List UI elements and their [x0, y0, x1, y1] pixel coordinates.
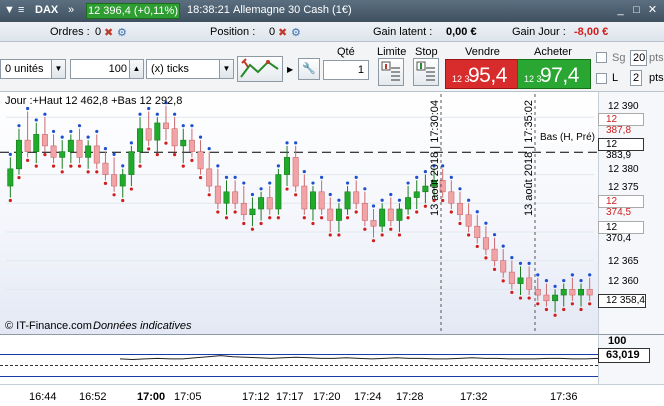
x-tick-label: 17:05	[174, 391, 202, 403]
minimize-button[interactable]: _	[614, 4, 627, 17]
indicator-panel[interactable]	[0, 334, 598, 384]
stop-label: Stop	[415, 46, 438, 58]
limit-order-icon	[381, 61, 400, 81]
x-tick-label: 16:44	[29, 391, 57, 403]
quantity-value: 100	[108, 63, 127, 75]
gain-latent-value: 0,00 €	[446, 26, 477, 38]
qte-label: Qté	[337, 46, 355, 58]
l-input[interactable]: 2	[630, 70, 642, 86]
instrument-name[interactable]: DAX	[35, 4, 58, 16]
position-settings-icon[interactable]: ⚙	[291, 26, 301, 39]
sg-unit: pts	[649, 52, 664, 64]
dropdown-arrow-icon[interactable]: ▼	[4, 4, 15, 16]
spinner-icon[interactable]: ▲	[129, 60, 143, 78]
quantity-stepper[interactable]: 100 ▲	[70, 59, 144, 79]
chevron-down-icon[interactable]: ▼	[219, 60, 233, 78]
l-label: L	[612, 72, 619, 84]
market-name: Allemagne 30 Cash (1€)	[233, 4, 352, 16]
orders-value: 0	[95, 26, 102, 38]
x-tick-label: 17:12	[242, 391, 270, 403]
y-tick-label: 12 365	[608, 256, 639, 267]
y-marker-gray: 12 370,4	[598, 221, 644, 244]
hline-label: Bas (H, Pré)	[540, 132, 596, 143]
units-select[interactable]: 0 unités ▼	[0, 59, 66, 79]
price-badge: 12 396,4 (+0,11%)	[86, 3, 180, 19]
limite-label: Limite	[377, 46, 407, 58]
chart-tool-icon	[240, 58, 279, 78]
x-tick-label: 17:36	[550, 391, 578, 403]
wrench-icon: 🔧	[302, 63, 316, 75]
buy-price: 97,4	[540, 64, 579, 87]
price-chart[interactable]	[0, 92, 598, 334]
buy-price-prefix: 12 3	[524, 74, 542, 84]
y-tick-label: 12 380	[608, 164, 639, 175]
sg-input[interactable]: 20	[630, 50, 647, 66]
x-tick-label: 16:52	[79, 391, 107, 403]
positions-bar: Ordres : 0 ✖ ⚙ Position : 0 ✖ ⚙ Gain lat…	[0, 22, 664, 42]
disclaimer-text: Données indicatives	[93, 320, 192, 332]
gain-jour-value: -8,00 €	[574, 26, 609, 38]
sell-button[interactable]: 12 3 95,4	[445, 59, 519, 89]
buy-button[interactable]: 12 3 97,4	[517, 59, 591, 89]
close-orders-icon[interactable]: ✖	[104, 26, 113, 39]
sell-label: Vendre	[465, 46, 500, 58]
chevron-icon[interactable]: »	[68, 4, 74, 16]
sg-checkbox[interactable]	[596, 52, 607, 63]
ticks-select[interactable]: (x) ticks ▼	[146, 59, 234, 79]
l-unit: pts	[649, 72, 664, 84]
sg-label: Sg	[612, 52, 626, 64]
y-marker-red: 12 374,5	[598, 195, 644, 218]
orders-label: Ordres :	[50, 26, 90, 38]
title-bar: ▼ ≡ DAX » 12 396,4 (+0,11%) 18:38:21 All…	[0, 0, 664, 22]
x-tick-label: 17:00	[137, 391, 166, 403]
y-tick-label: 12 360	[608, 276, 639, 287]
indicator-top-label: 100	[608, 335, 627, 347]
y-marker-last: 12 358,4	[598, 294, 646, 308]
chart-info-line: Jour :+Haut 12 462,8 +Bas 12 292,8	[5, 95, 183, 107]
units-value: 0 unités	[5, 63, 44, 75]
chevron-down-icon[interactable]: ▼	[51, 60, 65, 78]
y-tick-label: 12 375	[608, 182, 639, 193]
close-position-icon[interactable]: ✖	[278, 26, 287, 39]
y-tick-label: 12 390	[608, 101, 639, 112]
maximize-button[interactable]: □	[630, 4, 643, 17]
x-tick-label: 17:17	[276, 391, 304, 403]
stop-order-button[interactable]	[413, 58, 439, 86]
position-value: 0	[269, 26, 276, 38]
x-tick-label: 17:24	[354, 391, 382, 403]
x-tick-label: 17:28	[396, 391, 424, 403]
close-button[interactable]: ✕	[646, 4, 659, 17]
sell-price: 95,4	[468, 64, 507, 87]
arrow-right-icon[interactable]: ▶	[287, 65, 293, 74]
x-tick-label: 17:20	[313, 391, 341, 403]
orders-settings-icon[interactable]: ⚙	[117, 26, 127, 39]
x-tick-label: 17:32	[460, 391, 488, 403]
position-label: Position :	[210, 26, 256, 38]
clock-time: 18:38:21	[187, 4, 230, 16]
y-marker-high: 12 387,8	[598, 113, 644, 136]
buy-label: Acheter	[534, 46, 572, 58]
qte-input[interactable]: 1	[323, 60, 369, 80]
wrench-button[interactable]: 🔧	[298, 58, 320, 80]
copyright-text: © IT-Finance.com	[5, 320, 92, 332]
gain-latent-label: Gain latent :	[373, 26, 433, 38]
ticks-value: (x) ticks	[151, 63, 189, 75]
limite-order-button[interactable]	[378, 58, 404, 86]
indicator-value: 63,019	[598, 348, 650, 363]
y-marker-hline: 12 383,9	[598, 138, 644, 161]
menu-icon[interactable]: ≡	[18, 4, 24, 16]
stop-order-icon	[416, 61, 435, 81]
gain-jour-label: Gain Jour :	[512, 26, 566, 38]
sell-price-prefix: 12 3	[452, 74, 470, 84]
strategy-tool-button[interactable]	[237, 56, 283, 82]
l-checkbox[interactable]	[596, 73, 607, 84]
